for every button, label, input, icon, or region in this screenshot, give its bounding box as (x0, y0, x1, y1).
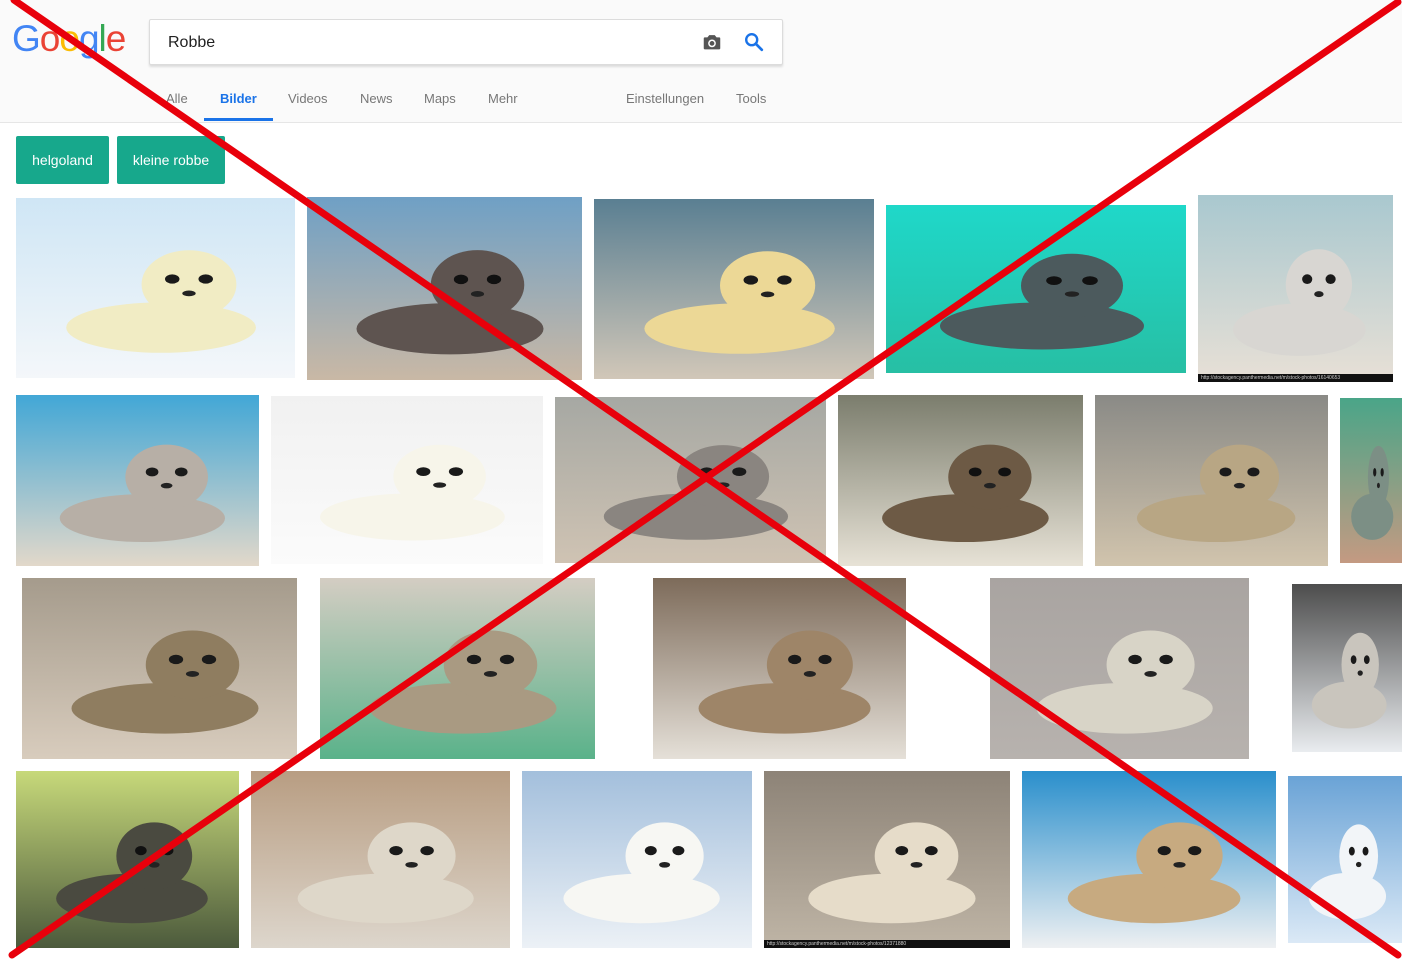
image-result[interactable] (522, 771, 752, 948)
seal-photo (838, 395, 1083, 566)
logo-letter: G (12, 18, 41, 59)
tab-videos[interactable]: Videos (288, 91, 328, 106)
logo-letter: l (98, 18, 107, 59)
logo-letter: o (59, 18, 80, 59)
seal-photo (764, 771, 1010, 948)
image-result[interactable] (1288, 776, 1402, 943)
seal-photo (1292, 584, 1402, 752)
image-credit: http://stockagency.panthermedia.net/m/st… (1198, 374, 1393, 382)
seal-photo (555, 397, 826, 563)
tab-news[interactable]: News (360, 91, 393, 106)
search-box (149, 19, 783, 65)
image-result[interactable] (271, 396, 543, 564)
image-result[interactable] (320, 578, 595, 759)
seal-photo (1288, 776, 1402, 943)
image-result[interactable] (1340, 398, 1402, 563)
image-result[interactable] (990, 578, 1249, 759)
seal-photo (307, 197, 582, 380)
seal-photo (653, 578, 906, 759)
image-result[interactable] (555, 397, 826, 563)
chip-helgoland[interactable]: helgoland (16, 136, 109, 184)
image-result[interactable] (1292, 584, 1402, 752)
tab-bilder[interactable]: Bilder (220, 91, 257, 106)
image-result[interactable] (307, 197, 582, 380)
image-credit: http://stockagency.panthermedia.net/m/st… (764, 940, 1010, 948)
seal-photo (1095, 395, 1328, 566)
image-result[interactable] (16, 198, 295, 378)
active-tab-indicator (204, 118, 273, 121)
seal-photo (990, 578, 1249, 759)
seal-photo (1022, 771, 1276, 948)
tools-link[interactable]: Tools (736, 91, 766, 106)
camera-icon[interactable] (701, 31, 723, 53)
image-result[interactable]: http://stockagency.panthermedia.net/m/st… (1198, 195, 1393, 382)
image-result[interactable] (16, 771, 239, 948)
image-result[interactable] (653, 578, 906, 759)
seal-photo (22, 578, 297, 759)
image-result[interactable]: http://stockagency.panthermedia.net/m/st… (764, 771, 1010, 948)
seal-photo (522, 771, 752, 948)
seal-photo (16, 198, 295, 378)
image-result[interactable] (16, 395, 259, 566)
tab-alle[interactable]: Alle (166, 91, 188, 106)
tab-mehr[interactable]: Mehr (488, 91, 518, 106)
seal-photo (1340, 398, 1402, 563)
image-result[interactable] (838, 395, 1083, 566)
seal-photo (16, 771, 239, 948)
search-input[interactable] (166, 31, 690, 55)
header-bar: Google Alle Bilder Videos News Maps Mehr… (0, 0, 1402, 123)
logo-letter: e (105, 18, 127, 59)
search-icon[interactable] (743, 31, 765, 53)
seal-photo (594, 199, 874, 379)
image-result[interactable] (1095, 395, 1328, 566)
image-result[interactable] (886, 205, 1186, 373)
seal-photo (320, 578, 595, 759)
seal-photo (1198, 195, 1393, 382)
google-logo[interactable]: Google (12, 18, 127, 60)
seal-photo (16, 395, 259, 566)
tab-maps[interactable]: Maps (424, 91, 456, 106)
logo-letter: g (78, 18, 100, 59)
settings-link[interactable]: Einstellungen (626, 91, 704, 106)
image-result[interactable] (251, 771, 510, 948)
seal-photo (251, 771, 510, 948)
logo-letter: o (39, 18, 61, 59)
chip-kleine-robbe[interactable]: kleine robbe (117, 136, 225, 184)
image-result[interactable] (1022, 771, 1276, 948)
seal-photo (886, 205, 1186, 373)
image-result[interactable] (22, 578, 297, 759)
image-result[interactable] (594, 199, 874, 379)
seal-photo (271, 396, 543, 564)
